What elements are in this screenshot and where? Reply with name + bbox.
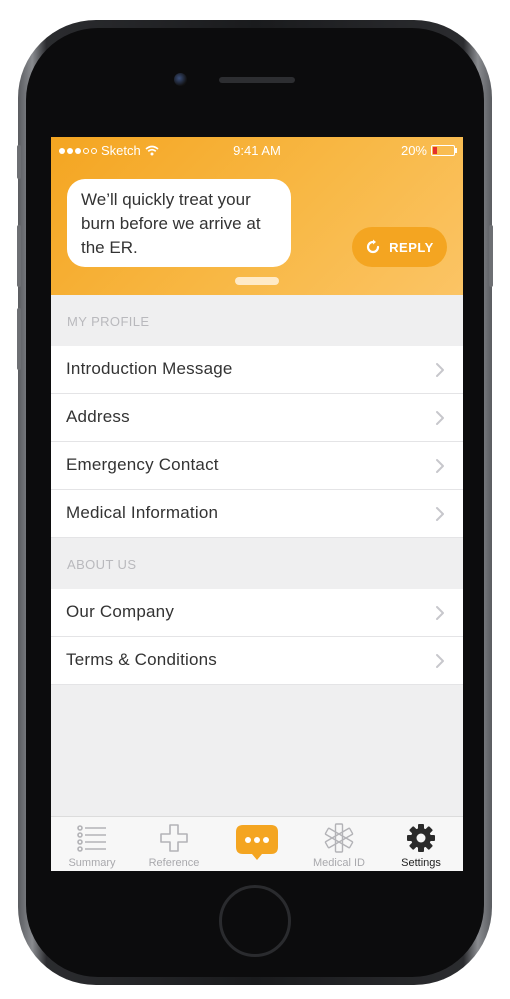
reply-label: REPLY bbox=[389, 239, 434, 255]
list-item-label: Our Company bbox=[66, 602, 175, 621]
list-item-label: Medical Information bbox=[66, 503, 219, 522]
tab-reference-label: Reference bbox=[148, 857, 200, 869]
tab-summary[interactable]: Summary bbox=[51, 817, 133, 871]
medical-star-icon bbox=[324, 823, 354, 853]
section-title-my-profile: MY PROFILE bbox=[67, 314, 150, 329]
section-title-about-us: ABOUT US bbox=[67, 557, 137, 572]
tab-bar: Summary Reference Medical ID Settings bbox=[51, 816, 463, 871]
app-screen: Sketch 9:41 AM 20% We’ll quickly treat y… bbox=[51, 137, 463, 871]
volume-down-button bbox=[17, 308, 21, 370]
chevron-right-icon bbox=[436, 654, 444, 668]
status-bar: Sketch 9:41 AM 20% bbox=[51, 137, 463, 163]
list-item-label: Terms & Conditions bbox=[66, 650, 217, 669]
plus-cross-icon bbox=[160, 824, 188, 852]
earpiece-speaker bbox=[219, 77, 295, 83]
chevron-right-icon bbox=[436, 459, 444, 473]
list-item-terms-conditions[interactable]: Terms & Conditions bbox=[51, 637, 463, 685]
section-header-about-us: ABOUT US bbox=[51, 539, 463, 589]
chevron-right-icon bbox=[436, 606, 444, 620]
message-bubble: We’ll quickly treat your burn before we … bbox=[67, 179, 291, 267]
section-header-my-profile: MY PROFILE bbox=[51, 296, 463, 346]
page-indicator[interactable] bbox=[235, 277, 279, 285]
chevron-right-icon bbox=[436, 411, 444, 425]
chevron-right-icon bbox=[436, 507, 444, 521]
chevron-right-icon bbox=[436, 363, 444, 377]
list-item-address[interactable]: Address bbox=[51, 394, 463, 442]
battery-info: 20% bbox=[400, 143, 457, 158]
tab-settings[interactable]: Settings bbox=[380, 817, 462, 871]
mute-switch bbox=[17, 145, 21, 179]
message-header: Sketch 9:41 AM 20% We’ll quickly treat y… bbox=[51, 137, 463, 295]
battery-percent: 20% bbox=[400, 143, 427, 158]
list-item-medical-information[interactable]: Medical Information bbox=[51, 490, 463, 538]
list-item-introduction-message[interactable]: Introduction Message bbox=[51, 346, 463, 394]
chat-bubble-icon[interactable] bbox=[236, 825, 278, 861]
battery-level-fill bbox=[433, 147, 437, 154]
tab-settings-label: Settings bbox=[401, 857, 441, 869]
reply-button[interactable]: REPLY bbox=[352, 227, 447, 267]
list-item-label: Introduction Message bbox=[66, 359, 233, 378]
gear-icon bbox=[407, 824, 435, 852]
home-button[interactable] bbox=[219, 885, 291, 957]
list-icon bbox=[77, 825, 106, 852]
front-camera bbox=[174, 73, 187, 86]
power-button bbox=[489, 225, 493, 287]
tab-medical-id[interactable]: Medical ID bbox=[298, 817, 380, 871]
list-item-our-company[interactable]: Our Company bbox=[51, 589, 463, 637]
volume-up-button bbox=[17, 225, 21, 287]
tab-summary-label: Summary bbox=[68, 857, 116, 869]
list-item-label: Emergency Contact bbox=[66, 455, 219, 474]
refresh-icon bbox=[367, 239, 380, 254]
tab-medical-id-label: Medical ID bbox=[313, 857, 365, 869]
list-item-emergency-contact[interactable]: Emergency Contact bbox=[51, 442, 463, 490]
tab-reference[interactable]: Reference bbox=[133, 817, 215, 871]
list-item-label: Address bbox=[66, 407, 130, 426]
battery-icon bbox=[431, 145, 457, 156]
